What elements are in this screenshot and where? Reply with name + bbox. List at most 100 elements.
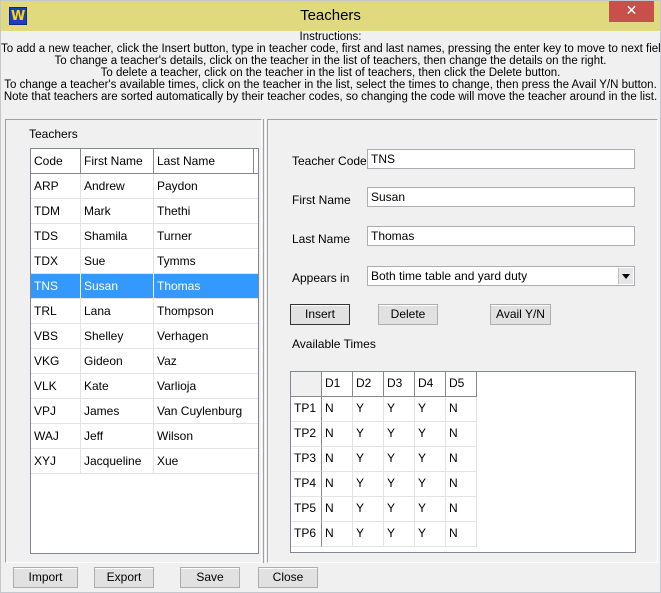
first-name-field[interactable]: Susan: [367, 187, 635, 207]
column-header-first-name[interactable]: First Name: [81, 149, 154, 173]
column-header-d2[interactable]: D2: [353, 372, 384, 397]
row-header-time-period[interactable]: TP2: [291, 422, 322, 447]
availability-cell[interactable]: N: [446, 472, 477, 497]
availability-cell[interactable]: Y: [384, 422, 415, 447]
export-button[interactable]: Export: [94, 567, 154, 588]
availability-cell[interactable]: Y: [415, 497, 446, 522]
teacher-code-cell[interactable]: TDX: [31, 249, 81, 273]
availability-cell[interactable]: Y: [415, 447, 446, 472]
teacher-last-name-cell[interactable]: Thompson: [154, 299, 254, 323]
teacher-first-name-cell[interactable]: Sue: [81, 249, 154, 273]
chevron-down-icon[interactable]: [618, 268, 633, 284]
teacher-row[interactable]: TRL Lana Thompson: [31, 299, 258, 324]
last-name-field[interactable]: Thomas: [367, 226, 635, 246]
close-button[interactable]: Close: [258, 567, 318, 588]
teacher-last-name-cell[interactable]: Xue: [154, 449, 254, 473]
teacher-row[interactable]: VKG Gideon Vaz: [31, 349, 258, 374]
teacher-last-name-cell[interactable]: Thethi: [154, 199, 254, 223]
teacher-last-name-cell[interactable]: Varlioja: [154, 374, 254, 398]
availability-cell[interactable]: Y: [384, 397, 415, 422]
availability-cell[interactable]: Y: [415, 397, 446, 422]
availability-cell[interactable]: Y: [353, 447, 384, 472]
availability-cell[interactable]: N: [446, 497, 477, 522]
teacher-first-name-cell[interactable]: Susan: [81, 274, 154, 298]
row-header-time-period[interactable]: TP6: [291, 522, 322, 547]
teacher-code-cell[interactable]: TNS: [31, 274, 81, 298]
availability-cell[interactable]: N: [322, 447, 353, 472]
row-header-time-period[interactable]: TP1: [291, 397, 322, 422]
teacher-last-name-cell[interactable]: Vaz: [154, 349, 254, 373]
teachers-grid[interactable]: Code First Name Last Name ARP Andrew Paydo…: [30, 148, 259, 554]
availability-cell[interactable]: Y: [415, 422, 446, 447]
teacher-code-cell[interactable]: VPJ: [31, 399, 81, 423]
teacher-code-field[interactable]: TNS: [367, 149, 635, 169]
import-button[interactable]: Import: [13, 567, 78, 588]
window-close-button[interactable]: ✕: [609, 1, 654, 22]
teacher-row[interactable]: TNS Susan Thomas: [31, 274, 258, 299]
title-bar[interactable]: W Teachers ✕: [1, 1, 660, 31]
teacher-code-cell[interactable]: VKG: [31, 349, 81, 373]
column-header-d5[interactable]: D5: [446, 372, 477, 397]
availability-cell[interactable]: N: [322, 397, 353, 422]
column-header-d4[interactable]: D4: [415, 372, 446, 397]
row-header-time-period[interactable]: TP4: [291, 472, 322, 497]
availability-cell[interactable]: N: [322, 472, 353, 497]
appears-in-select[interactable]: Both time table and yard duty: [367, 266, 635, 286]
teacher-first-name-cell[interactable]: Lana: [81, 299, 154, 323]
teacher-first-name-cell[interactable]: Jacqueline: [81, 449, 154, 473]
teacher-code-cell[interactable]: TDM: [31, 199, 81, 223]
teacher-row[interactable]: WAJ Jeff Wilson: [31, 424, 258, 449]
availability-cell[interactable]: Y: [415, 472, 446, 497]
panel-splitter[interactable]: [263, 119, 266, 563]
teacher-code-cell[interactable]: XYJ: [31, 449, 81, 473]
column-header-d1[interactable]: D1: [322, 372, 353, 397]
teacher-row[interactable]: XYJ Jacqueline Xue: [31, 449, 258, 474]
teacher-first-name-cell[interactable]: Kate: [81, 374, 154, 398]
teacher-last-name-cell[interactable]: Tymms: [154, 249, 254, 273]
availability-cell[interactable]: Y: [384, 447, 415, 472]
teacher-code-cell[interactable]: WAJ: [31, 424, 81, 448]
availability-cell[interactable]: Y: [384, 472, 415, 497]
teacher-first-name-cell[interactable]: Shelley: [81, 324, 154, 348]
teacher-row[interactable]: ARP Andrew Paydon: [31, 174, 258, 199]
teacher-first-name-cell[interactable]: Gideon: [81, 349, 154, 373]
availability-cell[interactable]: Y: [353, 397, 384, 422]
availability-cell[interactable]: N: [446, 422, 477, 447]
column-header-last-name[interactable]: Last Name: [154, 149, 254, 173]
teacher-last-name-cell[interactable]: Turner: [154, 224, 254, 248]
availability-cell[interactable]: Y: [353, 522, 384, 547]
teacher-code-cell[interactable]: VBS: [31, 324, 81, 348]
teacher-first-name-cell[interactable]: James: [81, 399, 154, 423]
teacher-first-name-cell[interactable]: Shamila: [81, 224, 154, 248]
column-header-d3[interactable]: D3: [384, 372, 415, 397]
teacher-first-name-cell[interactable]: Jeff: [81, 424, 154, 448]
teacher-row[interactable]: VBS Shelley Verhagen: [31, 324, 258, 349]
teacher-row[interactable]: TDS Shamila Turner: [31, 224, 258, 249]
teacher-code-cell[interactable]: TDS: [31, 224, 81, 248]
teacher-last-name-cell[interactable]: Thomas: [154, 274, 254, 298]
availability-cell[interactable]: Y: [384, 522, 415, 547]
row-header-time-period[interactable]: TP3: [291, 447, 322, 472]
teacher-row[interactable]: VLK Kate Varlioja: [31, 374, 258, 399]
insert-button[interactable]: Insert: [290, 304, 350, 325]
availability-cell[interactable]: N: [446, 397, 477, 422]
availability-cell[interactable]: N: [322, 522, 353, 547]
teacher-row[interactable]: TDX Sue Tymms: [31, 249, 258, 274]
delete-button[interactable]: Delete: [378, 304, 438, 325]
teacher-last-name-cell[interactable]: Verhagen: [154, 324, 254, 348]
availability-cell[interactable]: N: [322, 497, 353, 522]
teacher-code-cell[interactable]: VLK: [31, 374, 81, 398]
teacher-code-cell[interactable]: TRL: [31, 299, 81, 323]
save-button[interactable]: Save: [180, 567, 240, 588]
availability-cell[interactable]: Y: [353, 497, 384, 522]
availability-cell[interactable]: Y: [353, 472, 384, 497]
teacher-first-name-cell[interactable]: Andrew: [81, 174, 154, 198]
teacher-last-name-cell[interactable]: Wilson: [154, 424, 254, 448]
teacher-row[interactable]: VPJ James Van Cuylenburg: [31, 399, 258, 424]
avail-yn-button[interactable]: Avail Y/N: [490, 304, 551, 325]
teacher-code-cell[interactable]: ARP: [31, 174, 81, 198]
teacher-row[interactable]: TDM Mark Thethi: [31, 199, 258, 224]
availability-cell[interactable]: N: [446, 522, 477, 547]
availability-cell[interactable]: N: [446, 447, 477, 472]
availability-cell[interactable]: N: [322, 422, 353, 447]
